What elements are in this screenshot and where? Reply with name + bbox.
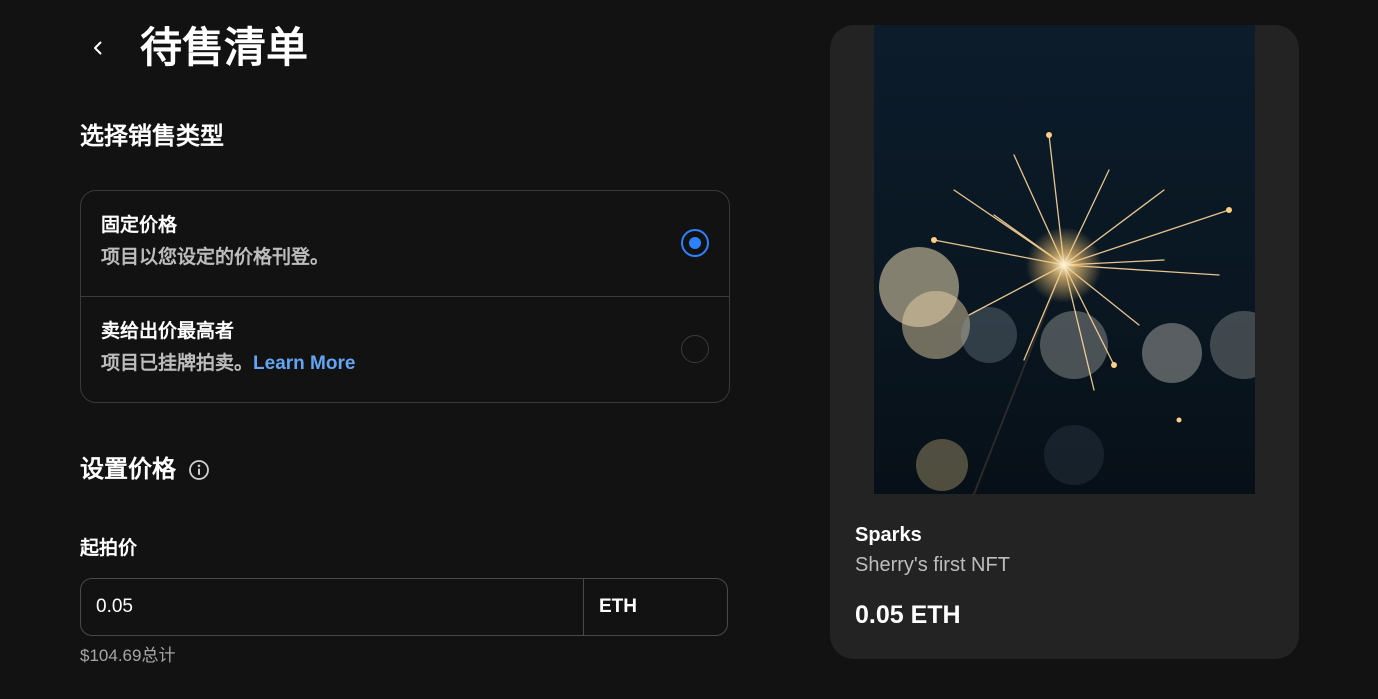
starting-price-label: 起拍价 [80, 538, 138, 559]
sale-type-title: 选择销售类型 [80, 123, 224, 150]
learn-more-link[interactable]: Learn More [253, 353, 355, 374]
nft-preview-card: Sparks Sherry's first NFT 0.05 ETH [830, 25, 1299, 659]
price-input-group: ETH [80, 578, 728, 636]
highest-bidder-radio[interactable] [681, 335, 709, 363]
sale-type-options: 固定价格 项目以您设定的价格刊登。 卖给出价最高者 项目已挂牌拍卖。Learn … [80, 190, 730, 403]
nft-description: Sherry's first NFT [855, 554, 1010, 576]
total-usd: $104.69总计 [80, 646, 176, 665]
set-price-title: 设置价格 [80, 456, 176, 483]
fixed-price-radio[interactable] [681, 229, 709, 257]
option-highest-bidder[interactable]: 卖给出价最高者 项目已挂牌拍卖。Learn More [81, 296, 729, 402]
option-highest-bidder-description: 项目已挂牌拍卖。Learn More [101, 351, 709, 377]
price-input[interactable] [81, 579, 583, 635]
currency-selector[interactable]: ETH [583, 579, 727, 635]
page-title: 待售清单 [140, 24, 309, 71]
option-highest-bidder-desc-text: 项目已挂牌拍卖。 [101, 353, 254, 374]
nft-name: Sparks [855, 524, 922, 546]
nft-preview-image [874, 25, 1255, 494]
chevron-left-icon [94, 41, 102, 55]
back-button[interactable] [86, 36, 110, 60]
option-fixed-price[interactable]: 固定价格 项目以您设定的价格刊登。 [81, 191, 729, 296]
nft-price: 0.05 ETH [855, 601, 961, 629]
option-fixed-price-description: 项目以您设定的价格刊登。 [101, 247, 330, 268]
option-fixed-price-title: 固定价格 [101, 215, 178, 236]
set-price-heading: 设置价格 [80, 454, 210, 486]
option-highest-bidder-title: 卖给出价最高者 [101, 321, 235, 342]
info-icon[interactable] [188, 459, 210, 481]
